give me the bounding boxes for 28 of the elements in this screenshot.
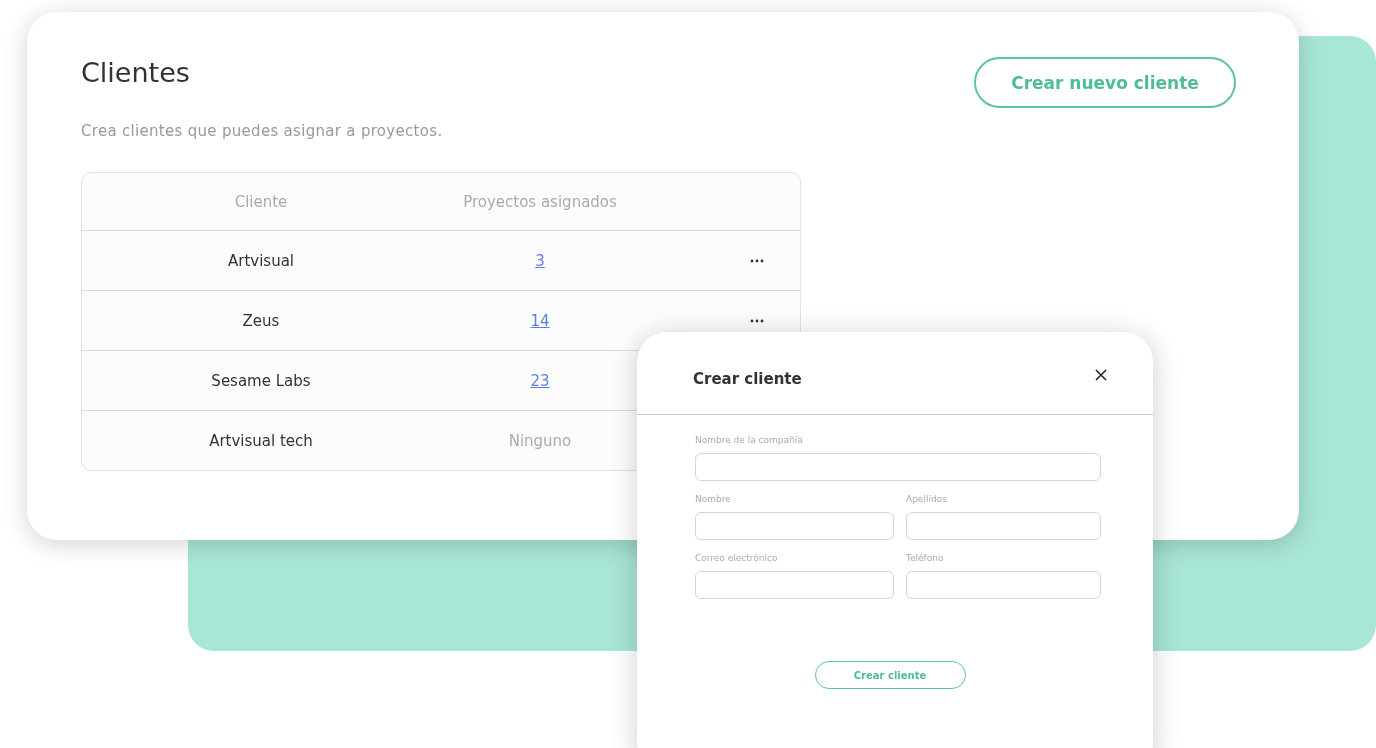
- input-field[interactable]: [906, 571, 1101, 599]
- close-icon[interactable]: [1095, 369, 1107, 381]
- input-field[interactable]: [695, 571, 894, 599]
- projects-link[interactable]: 14: [530, 311, 550, 330]
- field-label: Nombre de la compañía: [695, 435, 804, 445]
- client-name: Artvisual: [226, 251, 295, 270]
- client-name: Sesame Labs: [210, 371, 312, 390]
- projects-count: Ninguno: [508, 431, 572, 450]
- dialog-title: Crear cliente: [693, 370, 802, 388]
- field-label: Teléfono: [906, 553, 945, 563]
- projects-link[interactable]: 23: [530, 371, 550, 390]
- column-header: Cliente: [233, 192, 289, 211]
- field-label: Correo electrónico: [695, 553, 779, 563]
- client-name: Artvisual tech: [208, 431, 314, 450]
- more-options-icon[interactable]: [750, 259, 764, 263]
- client-name: Zeus: [241, 311, 281, 330]
- field-label: Apellidos: [906, 494, 948, 504]
- input-field[interactable]: [695, 453, 1101, 481]
- input-field[interactable]: [695, 512, 894, 540]
- input-field[interactable]: [906, 512, 1101, 540]
- create-client-button[interactable]: Crear cliente: [814, 661, 966, 689]
- page-subtitle: Crea clientes que puedes asignar a proyectos.: [81, 122, 443, 140]
- more-options-icon[interactable]: [750, 319, 764, 323]
- new-client-button[interactable]: Crear nuevo cliente: [974, 57, 1236, 108]
- projects-link[interactable]: 3: [535, 251, 545, 270]
- page-title: Clientes: [81, 57, 191, 88]
- column-header: Proyectos asignados: [462, 192, 618, 211]
- field-label: Nombre: [695, 494, 732, 504]
